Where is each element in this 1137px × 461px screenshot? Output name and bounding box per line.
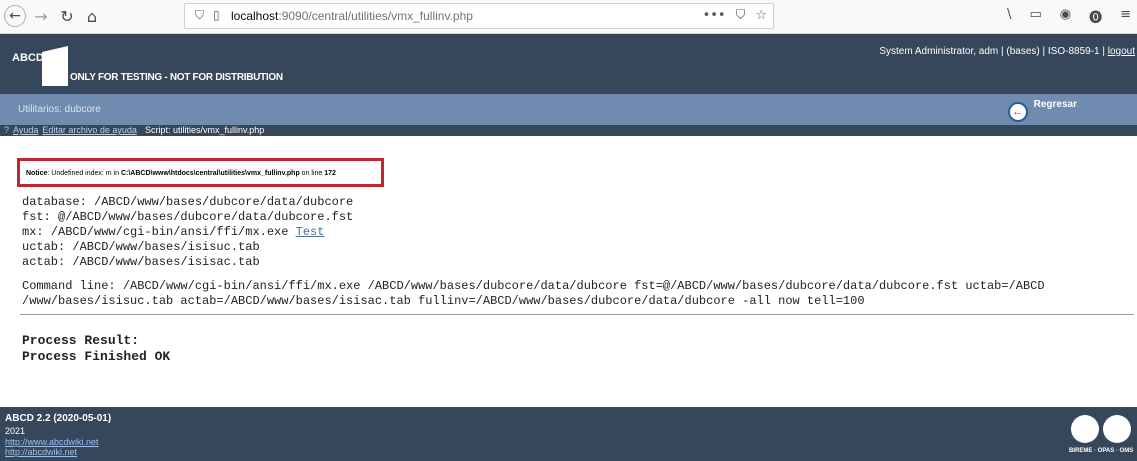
script-path: Script: utilities/vmx_fullinv.php (144, 125, 265, 135)
notice-prefix: Notice (26, 170, 48, 177)
testing-notice: ONLY FOR TESTING - NOT FOR DISTRIBUTION (70, 72, 283, 83)
bookmark-star-icon[interactable]: ☆ (755, 8, 767, 23)
actab-line: actab: /ABCD/www/bases/isisac.tab (22, 255, 260, 269)
reload-icon[interactable]: ↻ (57, 5, 77, 27)
database-line: database: /ABCD/www/bases/dubcore/data/d… (22, 195, 354, 209)
bireme-logo-text: BIREME · OPAS · OMS (1069, 448, 1134, 454)
notice-line-text: on line (299, 170, 325, 177)
back-arrow-icon[interactable]: ← (4, 5, 26, 27)
page-info-icon[interactable]: ▯ (213, 8, 220, 22)
command-line: Command line: /ABCD/www/cgi-bin/ansi/ffi… (22, 279, 1122, 309)
process-result: Process Result: Process Finished OK (22, 333, 170, 365)
result-status: Process Finished OK (22, 349, 171, 364)
help-bar: ? Ayuda Editar archivo de ayuda Script: uti… (0, 125, 1137, 136)
command-line-1: Command line: /ABCD/www/cgi-bin/ansi/ffi… (22, 279, 1045, 293)
php-notice-box: Notice: Undefined index: m in C:\ABCD\ww… (17, 158, 384, 187)
page-actions-icon[interactable]: ••• (703, 8, 726, 23)
library-icon[interactable]: \ (1007, 7, 1011, 26)
tracking-shield-icon[interactable]: ⛉ (195, 8, 204, 23)
downloads-icon[interactable]: ⓿ (1089, 7, 1102, 26)
url-actions: ••• ⛉ ☆ (703, 8, 767, 23)
notice-file: C:\ABCD\www\htdocs\central\utilities\vmx… (120, 170, 300, 177)
user-info: System Administrator, adm | (bases) | IS… (879, 46, 1135, 57)
app-header: ABCD ONLY FOR TESTING - NOT FOR DISTRIBU… (0, 34, 1137, 94)
account-icon[interactable]: ◉ (1060, 7, 1071, 26)
user-info-text: System Administrator, adm | (bases) | IS… (879, 46, 1108, 57)
url-host: localhost (231, 9, 279, 23)
abcdwiki-link-1[interactable]: http://www.abcdwiki.net (5, 437, 99, 447)
logout-link[interactable]: logout (1108, 46, 1135, 57)
notice-line: 172 (324, 170, 336, 177)
mx-line: mx: /ABCD/www/cgi-bin/ansi/ffi/mx.exe Te… (22, 225, 353, 240)
help-icon[interactable]: ? (4, 125, 9, 136)
browser-toolbar: ← → ↻ ⌂ ⛉ ▯ localhost:9090/central/utili… (0, 0, 1137, 34)
globe-icon (1071, 415, 1099, 443)
database-info: database: /ABCD/www/bases/dubcore/data/d… (22, 195, 353, 270)
bireme-logo: BIREME · OPAS · OMS (1069, 413, 1133, 457)
abcdwiki-link-2[interactable]: http://abcdwiki.net (5, 447, 77, 457)
php-notice: Notice: Undefined index: m in C:\ABCD\ww… (26, 170, 336, 177)
command-line-2: /www/bases/isisuc.tab actab=/ABCD/www/ba… (22, 294, 865, 308)
section-title: Utilitarios: dubcore (18, 104, 101, 115)
url-path: :9090/central/utilities/vmx_fullinv.php (278, 9, 473, 23)
year-label: 2021 (5, 426, 26, 436)
url-text[interactable]: localhost:9090/central/utilities/vmx_ful… (231, 9, 473, 23)
divider (20, 314, 1134, 315)
sidebar-icon[interactable]: ▭ (1029, 7, 1041, 26)
forward-arrow-icon[interactable]: → (31, 5, 51, 27)
regresar-button[interactable]: ← Regresar (1007, 98, 1077, 122)
logo-text: ABCD (12, 52, 44, 64)
version-label: ABCD 2.2 (2020-05-01) (5, 413, 112, 424)
home-icon[interactable]: ⌂ (82, 5, 102, 27)
book-icon (42, 46, 68, 86)
result-title: Process Result: (22, 333, 140, 348)
menu-icon[interactable]: ≡ (1120, 7, 1131, 26)
section-bar: Utilitarios: dubcore ← Regresar (0, 94, 1137, 125)
uctab-line: uctab: /ABCD/www/bases/isisuc.tab (22, 240, 260, 254)
notice-message: : Undefined index: m in (47, 170, 121, 177)
regresar-label[interactable]: Regresar (1034, 99, 1077, 110)
fst-line: fst: @/ABCD/www/bases/dubcore/data/dubco… (22, 210, 354, 224)
test-link[interactable]: Test (296, 225, 325, 239)
help-link[interactable]: Ayuda (13, 125, 38, 135)
edit-help-link[interactable]: Editar archivo de ayuda (42, 125, 137, 135)
mx-path: mx: /ABCD/www/cgi-bin/ansi/ffi/mx.exe (22, 225, 296, 239)
abcd-logo: ABCD (12, 46, 68, 86)
who-emblem-icon (1103, 415, 1131, 443)
back-circle-icon[interactable]: ← (1007, 102, 1028, 122)
browser-toolbar-right: \ ▭ ◉ ⓿ ≡ (1007, 7, 1131, 26)
address-bar[interactable]: ⛉ ▯ localhost:9090/central/utilities/vmx… (184, 3, 774, 29)
pocket-icon[interactable]: ⛉ (736, 8, 746, 23)
app-footer: ABCD 2.2 (2020-05-01) 2021 http://www.ab… (0, 407, 1137, 461)
